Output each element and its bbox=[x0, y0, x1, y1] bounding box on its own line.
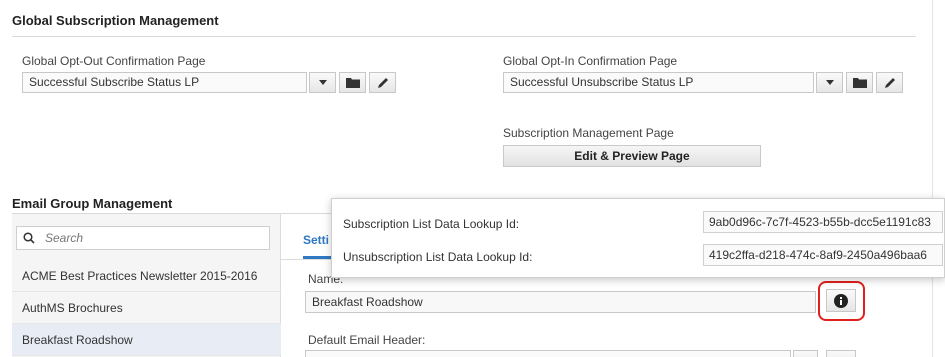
chevron-down-icon bbox=[318, 80, 327, 85]
folder-icon bbox=[852, 78, 867, 88]
folder-icon bbox=[345, 78, 360, 88]
opt-out-label: Global Opt-Out Confirmation Page bbox=[22, 54, 206, 68]
name-field[interactable]: Breakfast Roadshow bbox=[305, 291, 816, 313]
opt-in-label: Global Opt-In Confirmation Page bbox=[503, 54, 678, 68]
opt-in-edit-button[interactable] bbox=[876, 72, 903, 93]
info-button-highlight bbox=[818, 281, 865, 321]
global-subscription-title: Global Subscription Management bbox=[12, 13, 219, 28]
edit-preview-page-button[interactable]: Edit & Preview Page bbox=[503, 145, 761, 167]
opt-out-select[interactable]: Successful Subscribe Status LP bbox=[22, 72, 307, 93]
section-divider bbox=[12, 36, 916, 37]
right-scroll-edge bbox=[932, 0, 933, 357]
opt-in-select[interactable]: Successful Unsubscribe Status LP bbox=[503, 72, 814, 93]
pencil-icon bbox=[884, 77, 895, 88]
unsubscription-lookup-value: 419c2ffa-d218-474c-8af9-2450a496baa6 bbox=[703, 244, 943, 266]
opt-in-dropdown-button[interactable] bbox=[816, 72, 843, 93]
opt-in-browse-button[interactable] bbox=[846, 72, 873, 93]
opt-out-value: Successful Subscribe Status LP bbox=[29, 75, 200, 89]
opt-out-dropdown-button[interactable] bbox=[309, 72, 336, 93]
tab-settings-label: Setti bbox=[303, 233, 330, 247]
list-item-selected[interactable]: Breakfast Roadshow bbox=[12, 324, 281, 356]
pencil-icon bbox=[377, 77, 388, 88]
default-header-browse-button[interactable] bbox=[826, 350, 856, 357]
unsubscription-lookup-label: Unsubscription List Data Lookup Id: bbox=[343, 250, 533, 264]
search-input[interactable]: Search bbox=[16, 226, 270, 250]
opt-in-value: Successful Unsubscribe Status LP bbox=[510, 75, 694, 89]
list-item[interactable]: ACME Best Practices Newsletter 2015-2016 bbox=[12, 260, 281, 292]
subscription-lookup-value: 9ab0d96c-7c7f-4523-b55b-dcc5e1191c83 bbox=[703, 211, 943, 233]
lookup-id-tooltip: Subscription List Data Lookup Id: 9ab0d9… bbox=[331, 198, 945, 278]
subscription-lookup-label: Subscription List Data Lookup Id: bbox=[343, 217, 520, 231]
subscription-page-label: Subscription Management Page bbox=[503, 126, 674, 140]
default-header-field[interactable] bbox=[305, 350, 791, 357]
search-placeholder: Search bbox=[45, 231, 84, 245]
opt-out-browse-button[interactable] bbox=[339, 72, 366, 93]
search-icon bbox=[23, 232, 35, 244]
default-header-dropdown-button[interactable] bbox=[793, 350, 818, 357]
name-field-value: Breakfast Roadshow bbox=[312, 295, 423, 309]
list-item[interactable]: AuthMS Brochures bbox=[12, 292, 281, 324]
default-header-label: Default Email Header: bbox=[308, 333, 426, 347]
opt-out-edit-button[interactable] bbox=[369, 72, 396, 93]
chevron-down-icon bbox=[825, 80, 834, 85]
email-group-title: Email Group Management bbox=[12, 196, 173, 211]
